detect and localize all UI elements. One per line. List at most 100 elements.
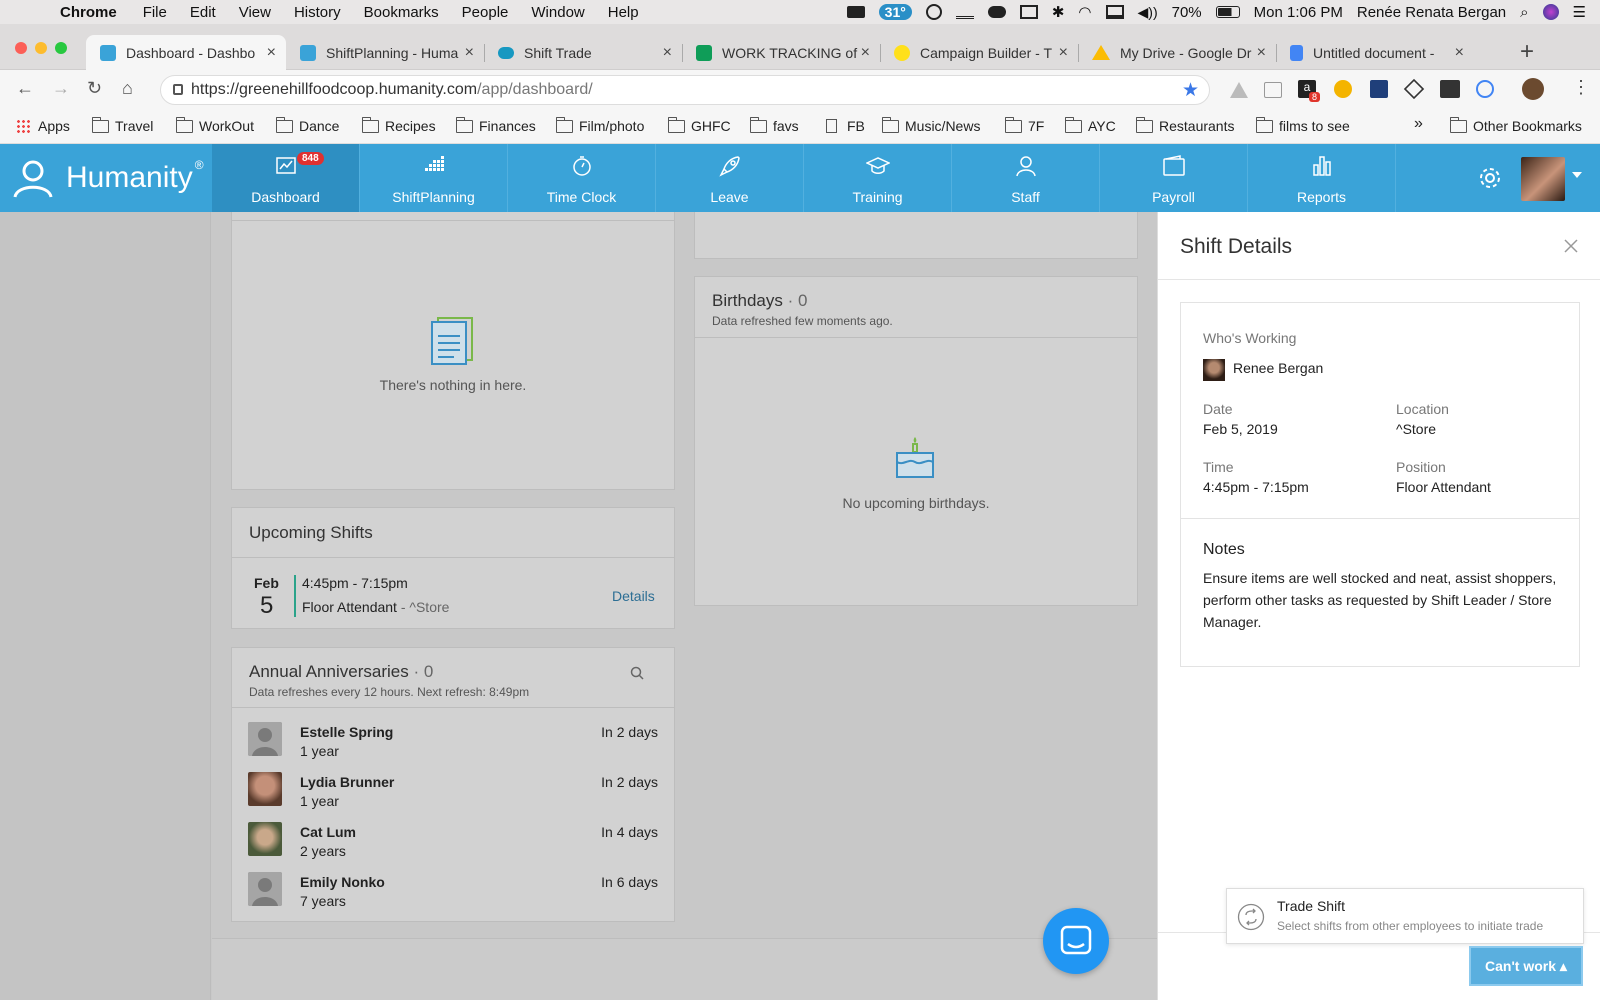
siri-icon[interactable] (1542, 4, 1559, 20)
bookmark-film-photo[interactable]: Film/photo (555, 116, 644, 134)
tab-shift-trade[interactable]: Shift Trade × (484, 35, 682, 70)
menu-view[interactable]: View (239, 4, 271, 21)
nav-payroll[interactable]: Payroll (1100, 144, 1248, 212)
bookmark-workout[interactable]: WorkOut (175, 116, 254, 134)
nav-shiftplanning[interactable]: ShiftPlanning (360, 144, 508, 212)
anniversary-row[interactable]: Estelle Spring 1 year In 2 days (248, 718, 658, 766)
cc-icon[interactable] (925, 4, 942, 20)
chat-launcher-button[interactable] (1043, 908, 1109, 974)
nav-dashboard[interactable]: 848 Dashboard (212, 144, 360, 212)
bookmark-recipes[interactable]: Recipes (361, 116, 436, 134)
weather-badge[interactable]: 31° (878, 4, 912, 20)
tab-close-icon[interactable]: × (267, 44, 276, 62)
menu-file[interactable]: File (143, 4, 167, 21)
bookmark-music-news[interactable]: Music/News (881, 116, 980, 134)
user-menu-caret-icon[interactable] (1572, 172, 1582, 178)
nav-time-clock[interactable]: Time Clock (508, 144, 656, 212)
forward-icon[interactable]: → (52, 78, 70, 99)
trade-shift-option[interactable]: Trade Shift Select shifts from other emp… (1226, 888, 1584, 944)
back-icon[interactable]: ← (16, 78, 34, 99)
zoom-window-button[interactable] (55, 42, 67, 54)
wifi-icon[interactable]: ◠ (1078, 3, 1091, 21)
anniversary-when: In 2 days (601, 724, 658, 740)
nav-staff[interactable]: Staff (952, 144, 1100, 212)
airplay-icon[interactable] (1105, 5, 1124, 19)
spotlight-icon[interactable]: ⌕ (1520, 4, 1528, 21)
humanity-logo[interactable]: Humanity ® (12, 158, 204, 198)
display-icon[interactable] (846, 6, 865, 18)
tab-dashboard[interactable]: Dashboard - Dashbo × (86, 35, 286, 70)
anniversary-row[interactable]: Cat Lum 2 years In 4 days (248, 818, 658, 866)
tab-my-drive[interactable]: My Drive - Google Dr × (1078, 35, 1276, 70)
bookmark-dance[interactable]: Dance (275, 116, 339, 134)
anniversary-row[interactable]: Emily Nonko 7 years In 6 days (248, 868, 658, 916)
bookmark-7f[interactable]: 7F (1004, 116, 1044, 134)
menubar-app-name[interactable]: Chrome (60, 4, 117, 21)
volume-icon[interactable]: ◀)) (1138, 4, 1158, 21)
tab-close-icon[interactable]: × (465, 44, 474, 62)
bookmark-ayc[interactable]: AYC (1064, 116, 1116, 134)
tab-close-icon[interactable]: × (663, 44, 672, 62)
close-icon[interactable] (1563, 238, 1579, 254)
menu-history[interactable]: History (294, 4, 341, 21)
profile-avatar-icon[interactable] (1522, 78, 1544, 100)
bookmark-fb[interactable]: FB (826, 118, 865, 134)
menu-help[interactable]: Help (608, 4, 639, 21)
bookmark-restaurants[interactable]: Restaurants (1135, 116, 1234, 134)
nav-leave[interactable]: Leave (656, 144, 804, 212)
new-tab-button[interactable]: + (1520, 38, 1534, 66)
worker-name[interactable]: Renee Bergan (1233, 360, 1323, 376)
bookmark-apps[interactable]: Apps (16, 118, 70, 134)
extension-check-icon[interactable] (1264, 82, 1282, 98)
menu-bookmarks[interactable]: Bookmarks (364, 4, 439, 21)
extension-g-icon[interactable] (1476, 80, 1494, 98)
bookmark-travel[interactable]: Travel (91, 116, 153, 134)
user-avatar[interactable] (1521, 157, 1565, 201)
settings-gear-icon[interactable] (1477, 165, 1503, 191)
cloud-upload-icon[interactable] (987, 6, 1006, 18)
bookmark-favs[interactable]: favs (749, 116, 799, 134)
tab-untitled-document[interactable]: Untitled document - × (1276, 35, 1474, 70)
bookmark-films-to-see[interactable]: films to see (1255, 116, 1350, 134)
books-icon[interactable] (955, 5, 974, 19)
extension-cube-icon[interactable] (1403, 78, 1425, 100)
details-link[interactable]: Details (612, 588, 655, 604)
nav-training[interactable]: Training (804, 144, 952, 212)
bookmarks-overflow-button[interactable]: » (1414, 115, 1423, 133)
tab-work-tracking[interactable]: WORK TRACKING of × (682, 35, 880, 70)
minimize-window-button[interactable] (35, 42, 47, 54)
cant-work-button[interactable]: Can't work ▴ (1469, 946, 1583, 986)
shift-position: Floor Attendant (302, 599, 397, 615)
bookmark-star-icon[interactable]: ★ (1182, 79, 1199, 102)
search-icon[interactable] (630, 666, 644, 680)
bookmark-ghfc[interactable]: GHFC (667, 116, 731, 134)
menubar-user[interactable]: Renée Renata Bergan (1357, 4, 1506, 21)
menu-window[interactable]: Window (531, 4, 584, 21)
tab-close-icon[interactable]: × (1059, 44, 1068, 62)
chrome-menu-icon[interactable]: ⋮ (1572, 77, 1590, 98)
close-window-button[interactable] (15, 42, 27, 54)
tab-shiftplanning[interactable]: ShiftPlanning - Huma × (286, 35, 484, 70)
nav-reports[interactable]: Reports (1248, 144, 1396, 212)
tab-campaign-builder[interactable]: Campaign Builder - T × (880, 35, 1078, 70)
anniversary-row[interactable]: Lydia Brunner 1 year In 2 days (248, 768, 658, 816)
home-icon[interactable]: ⌂ (122, 78, 133, 99)
menu-edit[interactable]: Edit (190, 4, 216, 21)
menu-extra-icon[interactable] (1019, 5, 1038, 19)
bluetooth-icon[interactable]: ✱ (1052, 3, 1065, 21)
extension-drive-icon[interactable] (1230, 82, 1248, 98)
extension-star-icon[interactable] (1334, 80, 1352, 98)
bookmark-finances[interactable]: Finances (455, 116, 536, 134)
tab-close-icon[interactable]: × (1455, 44, 1464, 62)
menubar-clock[interactable]: Mon 1:06 PM (1254, 4, 1343, 21)
reload-icon[interactable]: ↻ (87, 78, 102, 99)
notification-center-icon[interactable]: ☰ (1573, 3, 1586, 21)
menu-people[interactable]: People (462, 4, 509, 21)
battery-icon[interactable] (1215, 6, 1240, 18)
bookmark-other[interactable]: Other Bookmarks (1449, 116, 1582, 134)
tab-close-icon[interactable]: × (861, 44, 870, 62)
extension-dots-icon[interactable] (1440, 80, 1460, 98)
extension-grid-icon[interactable] (1370, 80, 1388, 98)
url-bar[interactable]: https://greenehillfoodcoop.humanity.com /… (160, 75, 1210, 105)
tab-close-icon[interactable]: × (1257, 44, 1266, 62)
